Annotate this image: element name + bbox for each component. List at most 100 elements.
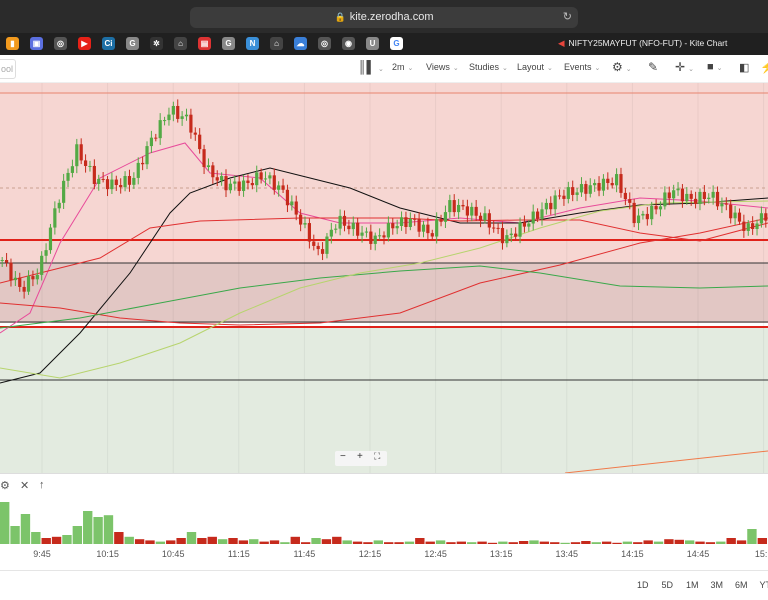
volume-bar <box>446 542 456 544</box>
candle <box>680 188 685 202</box>
candle <box>619 174 623 193</box>
crosshair-icon[interactable]: ✛ ⌄ <box>675 60 694 74</box>
candle <box>540 209 544 219</box>
x-tick-label: 14:15 <box>621 549 644 559</box>
active-tab[interactable]: ◀ NIFTY25MAYFUT (NFO-FUT) - Kite Chart <box>558 38 727 49</box>
ci-icon[interactable]: Ci <box>102 37 115 50</box>
volume-bar <box>705 542 716 544</box>
camera-icon[interactable]: ◎ <box>54 37 67 50</box>
volume-bar <box>674 539 684 544</box>
volume-bar <box>601 541 612 544</box>
analytics-icon[interactable]: ▮ <box>6 37 19 50</box>
calendar-icon[interactable]: ▤ <box>198 37 211 50</box>
candle <box>698 191 702 204</box>
g2-icon[interactable]: G <box>222 37 235 50</box>
candle <box>751 223 755 229</box>
events-menu[interactable]: Events ⌄ <box>564 62 600 72</box>
candle <box>88 165 92 167</box>
volume-bar <box>155 541 166 544</box>
zoom-in-button[interactable]: + <box>357 451 363 462</box>
candle <box>224 176 228 191</box>
volume-bar <box>757 538 767 544</box>
volume-bar <box>186 532 197 544</box>
candle <box>40 255 44 275</box>
g-icon[interactable]: G <box>126 37 139 50</box>
candle <box>764 213 768 221</box>
volume-bar <box>41 538 51 544</box>
candle <box>255 172 259 186</box>
candle <box>62 180 66 203</box>
volume-bar <box>435 540 446 544</box>
candle <box>742 221 746 231</box>
range-3m[interactable]: 3M <box>711 580 724 590</box>
shop2-icon[interactable]: ⌂ <box>270 37 283 50</box>
volume-bar <box>217 539 228 544</box>
candle <box>487 213 491 228</box>
range-1m[interactable]: 1M <box>686 580 699 590</box>
volume-bar <box>228 538 238 544</box>
volume-bar <box>570 542 581 544</box>
candle <box>663 192 667 207</box>
candle <box>439 219 443 222</box>
camera2-icon[interactable]: ◎ <box>318 37 331 50</box>
volume-bar <box>467 542 477 544</box>
candle <box>316 245 320 250</box>
candle <box>584 184 588 194</box>
draw-pencil-icon[interactable]: ✎ <box>648 60 658 74</box>
chart-type-candles-icon[interactable]: ║▌ ⌄ <box>358 60 384 74</box>
google-icon[interactable]: G <box>390 37 403 50</box>
dots-icon[interactable]: ✲ <box>150 37 163 50</box>
record-icon[interactable]: ◉ <box>342 37 355 50</box>
shop-icon[interactable]: ⌂ <box>174 37 187 50</box>
volume-bar <box>103 515 114 544</box>
settings-gear-icon[interactable]: ⚙ ⌄ <box>612 60 632 74</box>
volume-panel: ⚙ ✕ ↑ 9:45 10:15 10:45 11:15 11:45 12:15 12:45… <box>0 473 768 573</box>
candle <box>110 179 114 190</box>
url-bar[interactable]: 🔒 kite.zerodha.com ↻ <box>190 7 578 28</box>
candle <box>48 227 53 251</box>
candle <box>167 114 171 121</box>
interval-dropdown[interactable]: 2m ⌄ <box>392 62 413 72</box>
views-menu[interactable]: Views ⌄ <box>426 62 459 72</box>
studies-menu[interactable]: Studies ⌄ <box>469 62 508 72</box>
candle <box>557 195 562 197</box>
candle <box>505 235 509 244</box>
cloud-icon[interactable]: ☁ <box>294 37 307 50</box>
candle <box>0 260 4 261</box>
symbol-search-input[interactable]: ool <box>0 59 16 79</box>
layout-menu[interactable]: Layout ⌄ <box>517 62 553 72</box>
x-tick-label: 11:15 <box>227 549 250 559</box>
candle <box>351 222 355 230</box>
candle <box>285 189 290 206</box>
panel-toggle-icon[interactable]: ◧ <box>739 61 749 74</box>
candle <box>755 223 759 229</box>
volume-bar <box>653 541 664 544</box>
comment-icon[interactable]: ■ ⌄ <box>707 61 723 73</box>
volume-bar <box>487 542 498 544</box>
candle <box>448 200 452 213</box>
n-icon[interactable]: N <box>246 37 259 50</box>
url-text: kite.zerodha.com <box>349 11 434 23</box>
u-icon[interactable]: U <box>366 37 379 50</box>
range-5d[interactable]: 5D <box>662 580 674 590</box>
range-yt[interactable]: YT <box>760 580 768 590</box>
fullscreen-button[interactable]: ⛶ <box>374 451 380 462</box>
candle <box>75 144 79 167</box>
candle <box>338 215 342 229</box>
candle <box>601 178 606 191</box>
range-6m[interactable]: 6M <box>735 580 748 590</box>
volume-bar <box>300 542 311 544</box>
lightning-icon[interactable]: ⚡ <box>760 60 768 74</box>
volume-bar <box>238 540 249 544</box>
range-1d[interactable]: 1D <box>637 580 649 590</box>
volume-bar <box>280 542 290 544</box>
youtube-icon[interactable]: ▶ <box>78 37 91 50</box>
candle <box>553 195 557 210</box>
zoom-out-button[interactable]: − <box>340 451 346 462</box>
app-icon[interactable]: ▣ <box>30 37 43 50</box>
reload-icon[interactable]: ↻ <box>563 7 572 28</box>
candle <box>382 235 386 238</box>
price-chart[interactable] <box>0 83 768 473</box>
candle <box>417 219 421 232</box>
candle <box>575 192 579 195</box>
